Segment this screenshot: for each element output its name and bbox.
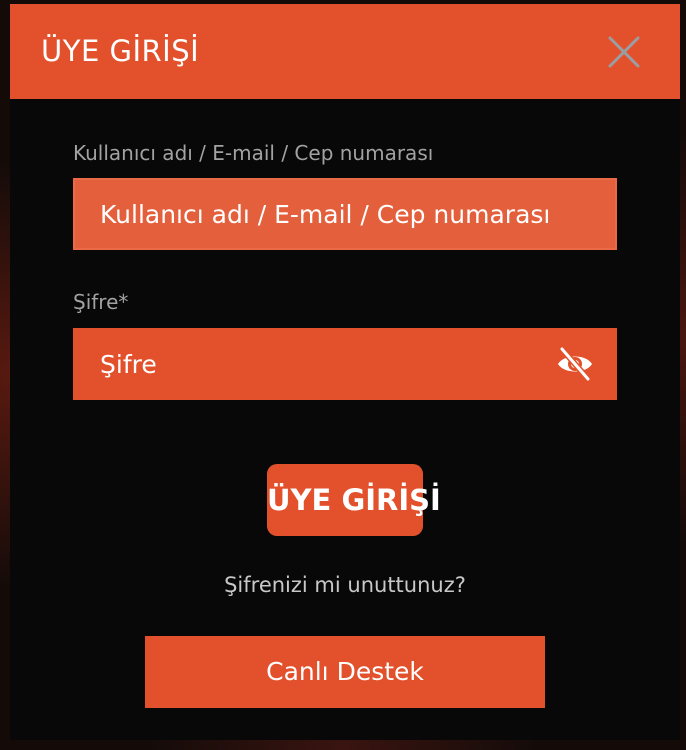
modal-header: ÜYE GİRİŞİ — [10, 4, 680, 99]
login-modal: ÜYE GİRİŞİ Kullanıcı adı / E-mail / Cep … — [10, 4, 680, 740]
password-label: Şifre* — [73, 290, 129, 314]
close-button[interactable] — [606, 34, 642, 70]
eye-slash-icon — [558, 346, 592, 382]
forgot-password-link[interactable]: Şifrenizi mi unuttunuz? — [145, 571, 545, 599]
password-visibility-toggle[interactable] — [555, 344, 595, 384]
live-support-button[interactable]: Canlı Destek — [145, 636, 545, 708]
password-input[interactable] — [73, 328, 617, 400]
username-input[interactable] — [73, 178, 617, 250]
close-icon — [608, 36, 640, 68]
modal-title: ÜYE GİRİŞİ — [41, 34, 200, 68]
username-label: Kullanıcı adı / E-mail / Cep numarası — [73, 141, 434, 165]
login-submit-button[interactable]: ÜYE GİRİŞİ — [267, 464, 441, 536]
